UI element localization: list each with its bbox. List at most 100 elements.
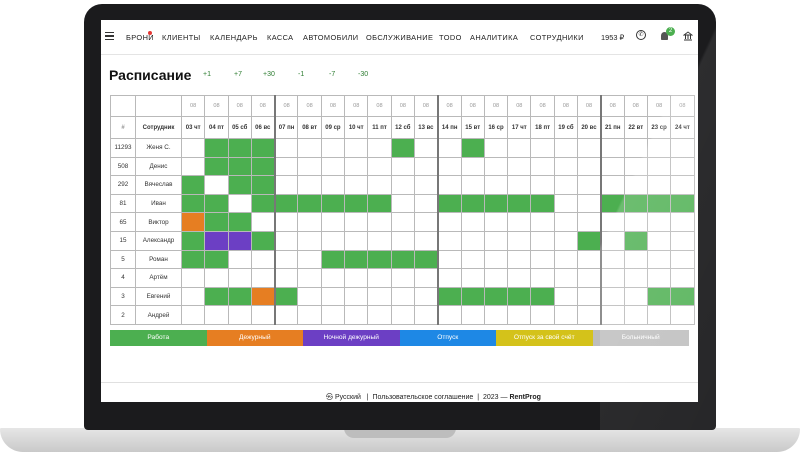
schedule-cell[interactable] [204,175,229,195]
schedule-cell[interactable] [390,230,415,251]
schedule-cell[interactable] [180,212,206,232]
schedule-cell[interactable] [483,305,509,325]
schedule-cell[interactable] [460,268,485,288]
schedule-cell[interactable] [413,156,439,177]
schedule-cell[interactable] [297,212,322,232]
schedule-cell[interactable] [599,138,625,158]
schedule-cell[interactable] [273,175,299,195]
schedule-cell[interactable] [507,268,532,288]
schedule-cell[interactable] [180,286,206,307]
schedule-cell[interactable] [297,268,322,288]
schedule-cell[interactable] [460,230,485,251]
schedule-cell[interactable] [623,305,648,325]
schedule-cell[interactable] [320,305,346,325]
schedule-cell[interactable] [180,156,206,177]
schedule-cell[interactable] [577,249,602,270]
schedule-cell[interactable] [483,193,509,214]
schedule-cell[interactable] [413,230,439,251]
schedule-cell[interactable] [507,156,532,177]
schedule-cell[interactable] [367,249,392,270]
schedule-cell[interactable] [227,230,252,251]
schedule-cell[interactable] [599,268,625,288]
schedule-cell[interactable] [507,249,532,270]
schedule-cell[interactable] [553,286,579,307]
schedule-cell[interactable] [599,175,625,195]
schedule-cell[interactable] [530,249,555,270]
schedule-cell[interactable] [227,249,252,270]
schedule-cell[interactable] [250,212,276,232]
schedule-cell[interactable] [599,156,625,177]
schedule-cell[interactable] [460,156,485,177]
nav-item-service[interactable]: ОБСЛУЖИВАНИЕ [366,33,433,42]
employee-name-cell[interactable]: Иван [135,193,182,214]
schedule-cell[interactable] [204,193,229,214]
schedule-cell[interactable] [320,193,346,214]
schedule-cell[interactable] [227,175,252,195]
schedule-cell[interactable] [530,212,555,232]
schedule-cell[interactable] [413,305,439,325]
schedule-cell[interactable] [646,193,672,214]
schedule-cell[interactable] [599,193,625,214]
schedule-cell[interactable] [180,138,206,158]
employee-name-cell[interactable]: Женя С. [135,138,182,158]
schedule-cell[interactable] [460,212,485,232]
schedule-cell[interactable] [227,156,252,177]
employee-name-cell[interactable]: Артём [135,268,182,288]
schedule-cell[interactable] [436,230,462,251]
schedule-cell[interactable] [390,305,415,325]
schedule-cell[interactable] [670,286,695,307]
schedule-cell[interactable] [390,175,415,195]
balance-text[interactable]: 1953 ₽ [601,33,624,42]
schedule-cell[interactable] [227,286,252,307]
schedule-cell[interactable] [460,138,485,158]
schedule-cell[interactable] [344,230,369,251]
schedule-cell[interactable] [320,175,346,195]
nav-item-cars[interactable]: АВТОМОБИЛИ [303,33,359,42]
schedule-cell[interactable] [180,249,206,270]
nav-item-bookings[interactable]: БРОНИ [126,31,154,42]
schedule-cell[interactable] [599,305,625,325]
schedule-cell[interactable] [344,138,369,158]
schedule-cell[interactable] [413,268,439,288]
schedule-cell[interactable] [180,193,206,214]
schedule-cell[interactable] [483,268,509,288]
schedule-cell[interactable] [413,138,439,158]
schedule-cell[interactable] [483,249,509,270]
shift-plus-1-button[interactable]: +1 [203,71,211,78]
schedule-cell[interactable] [320,212,346,232]
schedule-cell[interactable] [273,156,299,177]
employee-name-cell[interactable]: Александр [135,230,182,251]
schedule-cell[interactable] [670,230,695,251]
schedule-cell[interactable] [204,268,229,288]
employee-name-cell[interactable]: Денис [135,156,182,177]
schedule-cell[interactable] [646,305,672,325]
schedule-cell[interactable] [273,286,299,307]
schedule-cell[interactable] [204,249,229,270]
shift-plus-30-button[interactable]: +30 [263,71,275,78]
schedule-cell[interactable] [390,249,415,270]
schedule-cell[interactable] [250,305,276,325]
schedule-cell[interactable] [413,212,439,232]
schedule-cell[interactable] [436,193,462,214]
schedule-cell[interactable] [646,175,672,195]
schedule-cell[interactable] [180,175,206,195]
schedule-cell[interactable] [436,156,462,177]
schedule-cell[interactable] [297,175,322,195]
schedule-cell[interactable] [320,156,346,177]
schedule-cell[interactable] [250,268,276,288]
schedule-cell[interactable] [297,305,322,325]
shift-plus-7-button[interactable]: +7 [234,71,242,78]
schedule-cell[interactable] [577,268,602,288]
schedule-cell[interactable] [273,138,299,158]
schedule-cell[interactable] [273,212,299,232]
schedule-cell[interactable] [507,175,532,195]
schedule-cell[interactable] [250,193,276,214]
schedule-cell[interactable] [646,230,672,251]
schedule-cell[interactable] [273,305,299,325]
schedule-cell[interactable] [530,156,555,177]
nav-item-analytics[interactable]: АНАЛИТИКА [470,33,518,42]
schedule-cell[interactable] [273,268,299,288]
schedule-cell[interactable] [507,286,532,307]
schedule-cell[interactable] [530,268,555,288]
whatsapp-icon[interactable]: ✆ [636,30,646,40]
